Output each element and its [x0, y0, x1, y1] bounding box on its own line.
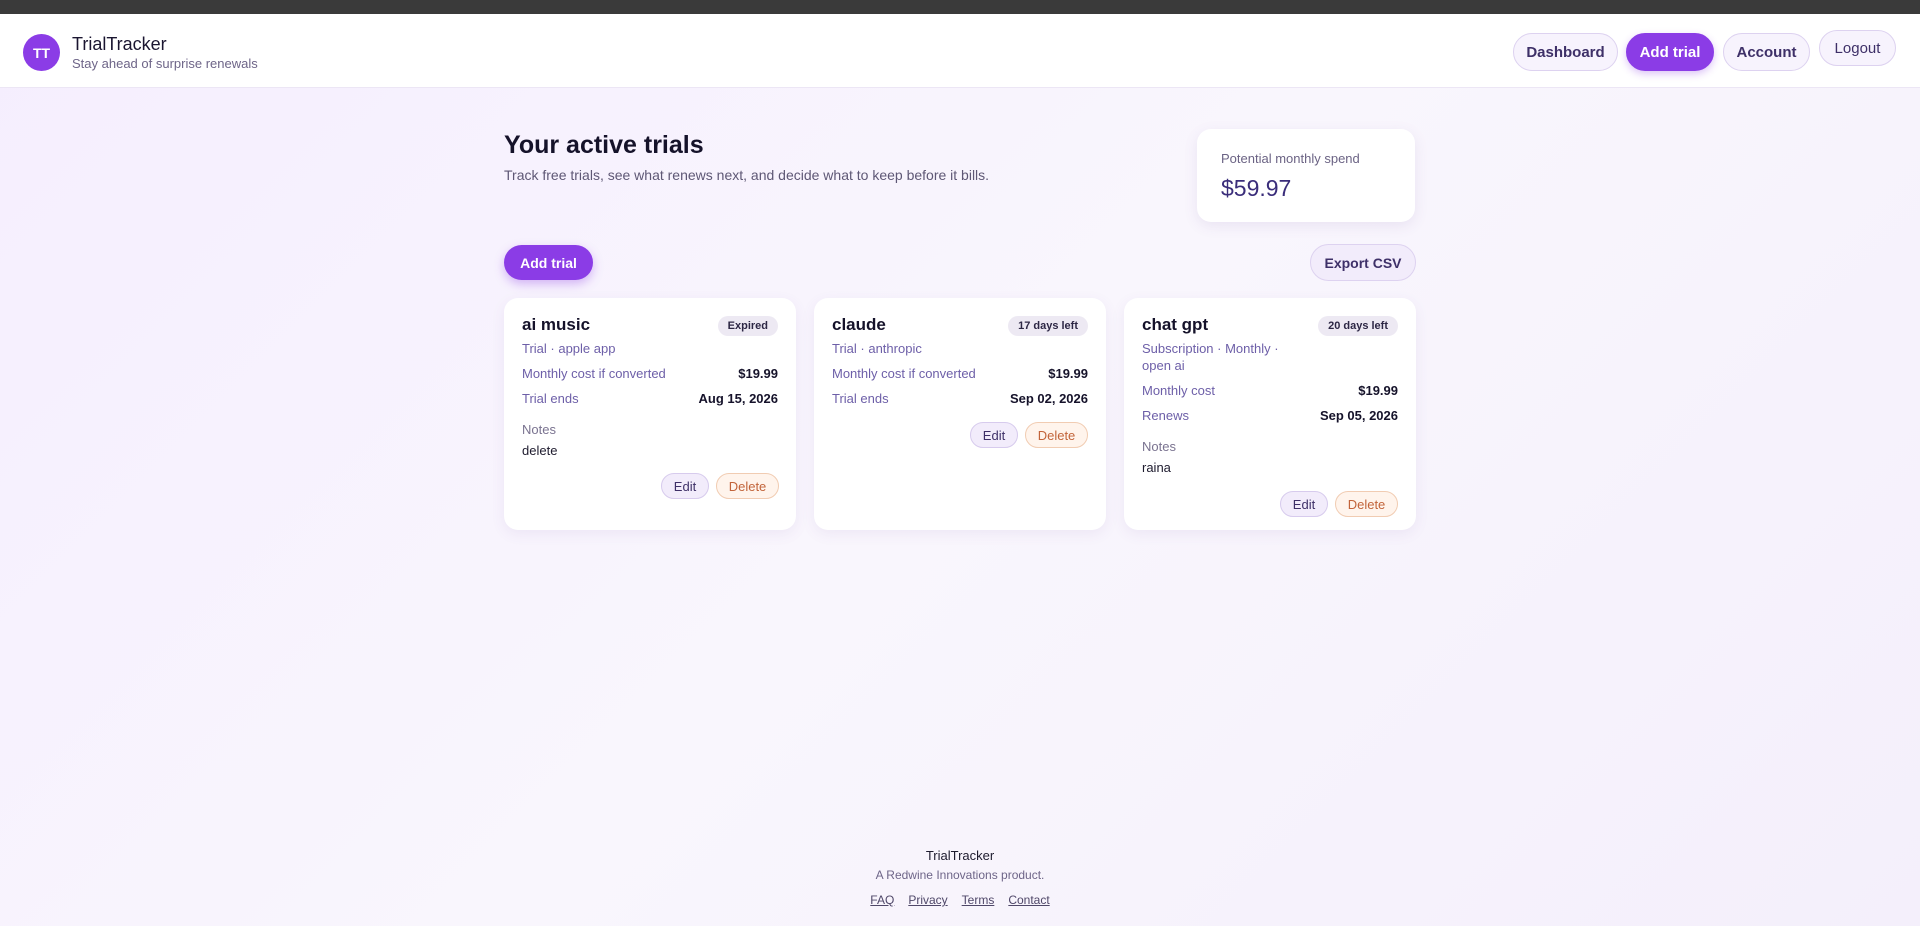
- spend-label: Potential monthly spend: [1221, 151, 1360, 166]
- footer-links: FAQ Privacy Terms Contact: [0, 893, 1920, 907]
- trial-card: claude 17 days left Trial · anthropic Mo…: [814, 298, 1106, 530]
- trial-card: ai music Expired Trial · apple app Month…: [504, 298, 796, 530]
- nav-dashboard-button[interactable]: Dashboard: [1513, 33, 1618, 71]
- status-badge: Expired: [717, 316, 778, 336]
- date-label: Trial ends: [522, 391, 579, 406]
- notes-label: Notes: [522, 422, 556, 437]
- trial-name: chat gpt: [1142, 315, 1209, 334]
- trial-meta: Trial · apple app: [522, 341, 616, 356]
- notes-value: delete: [522, 443, 558, 458]
- date-label: Trial ends: [832, 391, 889, 406]
- footer-link-terms[interactable]: Terms: [962, 893, 995, 907]
- cost-label: Monthly cost if converted: [832, 366, 976, 381]
- cost-value: $19.99: [1048, 366, 1088, 381]
- notes-label: Notes: [1142, 439, 1176, 454]
- date-value: Aug 15, 2026: [698, 391, 779, 406]
- cost-value: $19.99: [1358, 383, 1398, 398]
- cost-label: Monthly cost: [1142, 383, 1215, 398]
- edit-button[interactable]: Edit: [1280, 491, 1328, 517]
- trial-card: chat gpt 20 days left Subscription · Mon…: [1124, 298, 1416, 530]
- edit-button[interactable]: Edit: [661, 473, 709, 499]
- export-csv-button[interactable]: Export CSV: [1310, 244, 1416, 281]
- footer-link-faq[interactable]: FAQ: [870, 893, 894, 907]
- brand-title: TrialTracker: [72, 34, 167, 54]
- footer-title: TrialTracker: [925, 848, 995, 863]
- page-subtitle: Track free trials, see what renews next,…: [504, 167, 990, 183]
- status-badge: 20 days left: [1318, 316, 1398, 336]
- cost-label: Monthly cost if converted: [522, 366, 666, 381]
- nav-add-trial-button[interactable]: Add trial: [1626, 33, 1714, 71]
- date-label: Renews: [1142, 408, 1189, 423]
- delete-button[interactable]: Delete: [716, 473, 779, 499]
- footer-link-contact[interactable]: Contact: [1008, 893, 1049, 907]
- brand-tagline: Stay ahead of surprise renewals: [72, 56, 258, 71]
- footer-subtitle: A Redwine Innovations product.: [875, 868, 1045, 882]
- delete-button[interactable]: Delete: [1335, 491, 1398, 517]
- delete-button[interactable]: Delete: [1025, 422, 1088, 448]
- cost-value: $19.99: [738, 366, 778, 381]
- page-title: Your active trials: [504, 131, 704, 159]
- logout-button[interactable]: Logout: [1819, 30, 1896, 66]
- notes-value: raina: [1142, 460, 1171, 475]
- trial-name: ai music: [522, 315, 591, 334]
- status-badge: 17 days left: [1008, 316, 1088, 336]
- edit-button[interactable]: Edit: [970, 422, 1018, 448]
- footer-link-privacy[interactable]: Privacy: [908, 893, 947, 907]
- date-value: Sep 02, 2026: [1009, 391, 1088, 406]
- trial-name: claude: [832, 315, 886, 334]
- spend-value: $59.97: [1221, 175, 1292, 201]
- nav-account-button[interactable]: Account: [1723, 33, 1810, 71]
- trial-meta: Trial · anthropic: [832, 341, 922, 356]
- monthly-spend-card: Potential monthly spend $59.97: [1197, 129, 1415, 222]
- brand-avatar: TT: [23, 34, 60, 71]
- date-value: Sep 05, 2026: [1319, 408, 1398, 423]
- browser-tab-strip: [0, 0, 1920, 14]
- add-trial-button[interactable]: Add trial: [504, 245, 593, 280]
- trial-meta: Subscription · Monthly · open ai: [1142, 341, 1279, 373]
- top-bar: TT TrialTracker Stay ahead of surprise r…: [0, 14, 1920, 88]
